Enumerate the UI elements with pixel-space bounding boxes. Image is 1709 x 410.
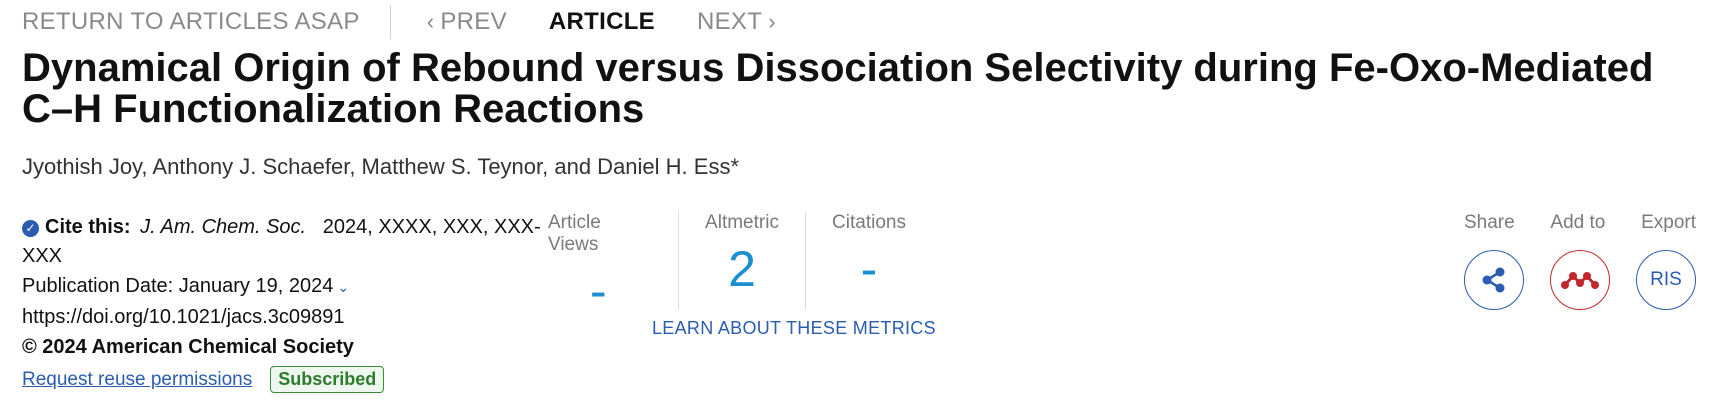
metrics-panel: Article Views - Altmetric 2 Citations -	[548, 212, 932, 319]
export-label: Export	[1641, 212, 1696, 233]
action-buttons: RIS	[1464, 250, 1696, 310]
mendeley-icon	[1561, 272, 1599, 289]
article-views-metric: Article Views -	[548, 212, 650, 319]
citation-block: ✓ Cite this: J. Am. Chem. Soc. 2024, XXXX…	[22, 213, 542, 393]
article-tab[interactable]: ARTICLE	[549, 8, 655, 36]
add-to-label: Add to	[1550, 212, 1606, 233]
nav-divider	[389, 5, 391, 39]
altmetric-value[interactable]: 2	[728, 240, 756, 298]
cite-this-line: ✓ Cite this: J. Am. Chem. Soc. 2024, XXXX…	[22, 213, 542, 271]
ris-label: RIS	[1650, 269, 1682, 290]
author-list[interactable]: Jyothish Joy, Anthony J. Schaefer, Matth…	[22, 154, 739, 180]
reuse-row: Request reuse permissions Subscribed	[22, 366, 542, 393]
action-labels: Share Add to Export	[1464, 212, 1696, 234]
share-button[interactable]	[1464, 250, 1524, 310]
publication-date-text: Publication Date: January 19, 2024	[22, 275, 334, 297]
article-actions: Share Add to Export RIS	[1464, 212, 1696, 310]
prev-label: PREV	[440, 8, 507, 35]
journal-name: J. Am. Chem. Soc.	[140, 216, 307, 238]
export-ris-button[interactable]: RIS	[1636, 250, 1696, 310]
subscribed-badge: Subscribed	[270, 366, 385, 393]
citations-label: Citations	[832, 212, 906, 233]
share-label: Share	[1464, 212, 1515, 233]
chevron-down-icon[interactable]: ⌄	[337, 279, 349, 295]
citations-value: -	[860, 241, 878, 297]
article-views-label: Article Views	[548, 212, 601, 255]
citations-metric: Citations -	[806, 212, 932, 310]
article-title: Dynamical Origin of Rebound versus Disso…	[22, 46, 1654, 131]
share-icon	[1482, 267, 1505, 293]
check-circle-icon: ✓	[22, 220, 39, 237]
article-views-value: -	[590, 263, 607, 319]
add-to-mendeley-button[interactable]	[1550, 250, 1610, 310]
cite-this-label[interactable]: Cite this:	[45, 216, 131, 238]
next-label: NEXT	[696, 8, 763, 35]
altmetric-label: Altmetric	[705, 212, 779, 233]
copyright-notice: © 2024 American Chemical Society	[22, 336, 354, 358]
publication-date[interactable]: Publication Date: January 19, 2024 ⌄	[22, 271, 542, 302]
chevron-left-icon: ‹	[426, 9, 435, 34]
chevron-right-icon: ›	[768, 9, 776, 34]
altmetric-metric[interactable]: Altmetric 2	[679, 212, 805, 310]
next-article-link[interactable]: NEXT ›	[697, 8, 782, 36]
learn-about-metrics-link[interactable]: LEARN ABOUT THESE METRICS	[652, 318, 936, 339]
prev-article-link[interactable]: ‹ PREV	[421, 8, 507, 36]
reuse-permissions-link[interactable]: Request reuse permissions	[22, 369, 252, 391]
article-navigation: RETURN TO ARTICLES ASAP ‹ PREV ARTICLE N…	[22, 4, 782, 40]
return-to-articles-link[interactable]: RETURN TO ARTICLES ASAP	[22, 8, 360, 36]
doi-link[interactable]: https://doi.org/10.1021/jacs.3c09891	[22, 302, 542, 332]
